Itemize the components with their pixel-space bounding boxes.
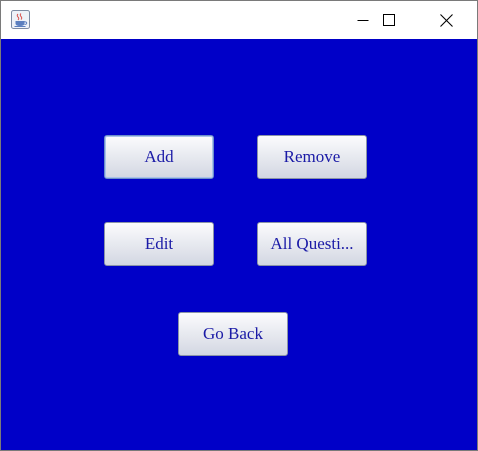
maximize-button[interactable] [366, 1, 412, 39]
go-back-button[interactable]: Go Back [178, 312, 288, 356]
title-bar[interactable] [1, 1, 477, 39]
remove-button[interactable]: Remove [257, 135, 367, 179]
close-button[interactable] [423, 1, 469, 39]
close-icon [439, 13, 453, 27]
java-cup-icon[interactable] [11, 10, 30, 29]
edit-button[interactable]: Edit [104, 222, 214, 266]
all-questions-button[interactable]: All Questi... [257, 222, 367, 266]
main-panel: Add Remove Edit All Questi... Go Back [1, 39, 477, 450]
maximize-icon [383, 14, 395, 26]
app-window: Add Remove Edit All Questi... Go Back [0, 0, 478, 451]
add-button[interactable]: Add [104, 135, 214, 179]
